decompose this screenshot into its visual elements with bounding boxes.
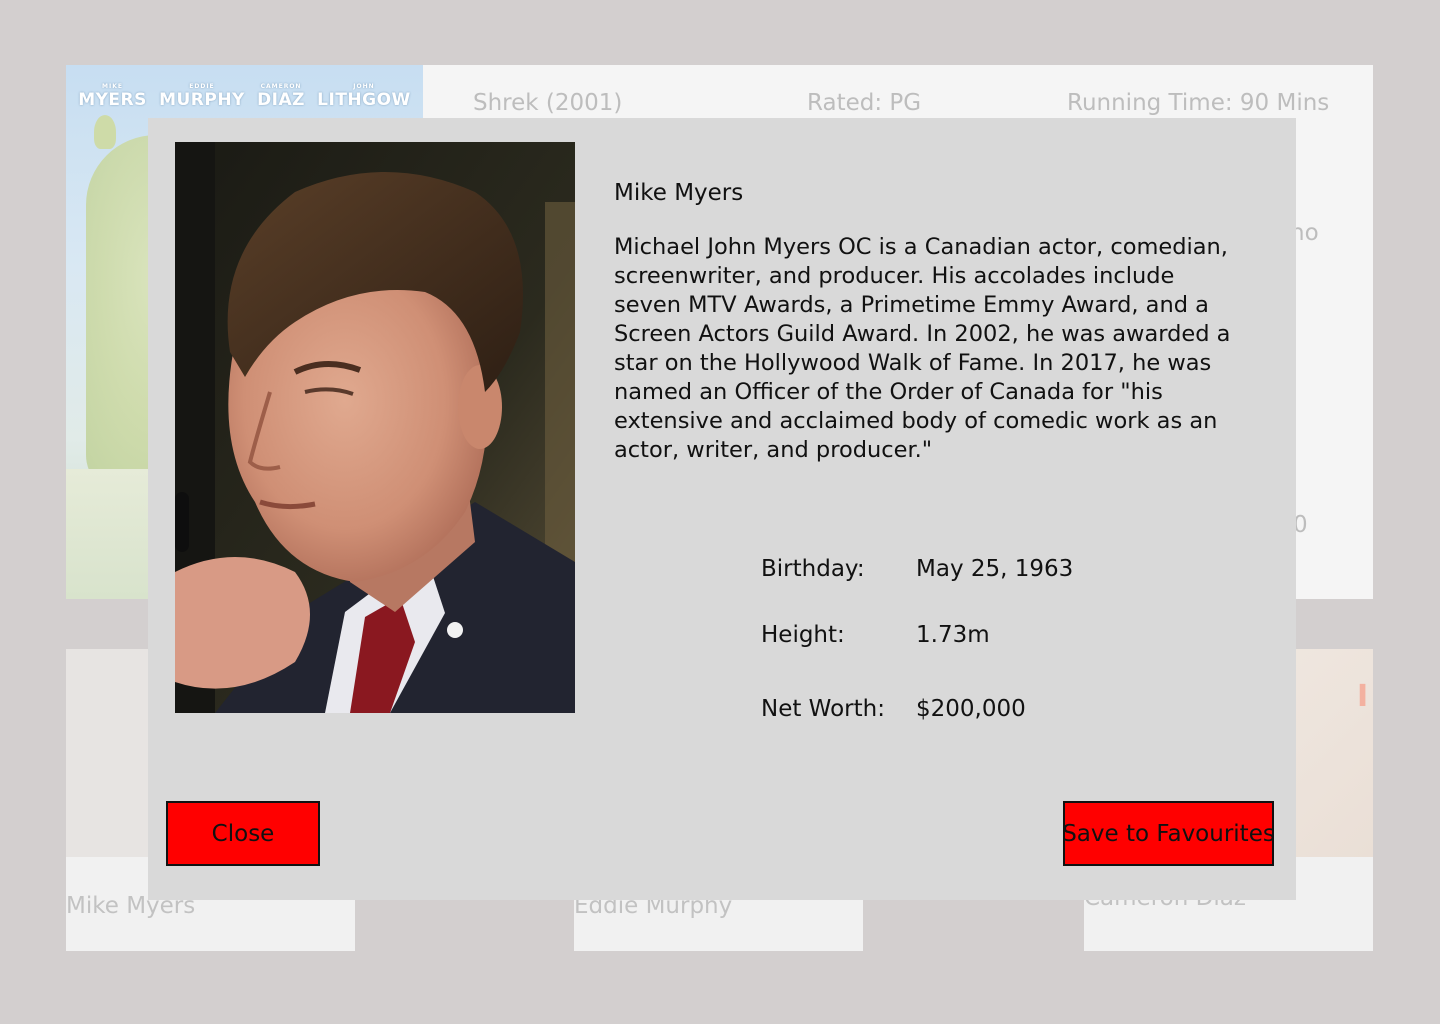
stat-label: Net Worth: <box>761 696 885 722</box>
poster-first-name: EDDIE <box>189 83 215 90</box>
poster-first-name: JOHN <box>353 83 375 90</box>
close-button[interactable]: Close <box>166 801 320 866</box>
poster-last-name: MURPHY <box>159 90 245 110</box>
actor-detail-modal: Mike Myers Michael John Myers OC is a Ca… <box>148 118 1296 900</box>
actor-biography: Michael John Myers OC is a Canadian acto… <box>614 234 1231 463</box>
poster-first-name: CAMERON <box>260 83 302 90</box>
stat-value: $200,000 <box>916 696 1026 722</box>
page: MIKE MYERS EDDIE MURPHY CAMERON DIAZ JOH… <box>0 0 1440 1024</box>
poster-last-name: DIAZ <box>257 90 305 110</box>
movie-title: Shrek (2001) <box>473 90 623 116</box>
stat-value: 1.73m <box>916 622 990 648</box>
actor-name: Mike Myers <box>614 180 744 206</box>
poster-name-1: MIKE MYERS <box>78 83 147 110</box>
stat-value: May 25, 1963 <box>916 556 1074 582</box>
poster-last-name: LITHGOW <box>317 90 411 110</box>
poster-character-ear <box>94 115 116 149</box>
stat-label: Height: <box>761 622 845 648</box>
movie-runtime: Running Time: 90 Mins <box>1067 90 1330 116</box>
poster-last-name: MYERS <box>78 90 147 110</box>
actor-photo <box>175 142 575 713</box>
stat-label: Birthday: <box>761 556 865 582</box>
poster-first-name: MIKE <box>102 83 123 90</box>
poster-name-3: CAMERON DIAZ <box>257 83 305 110</box>
movie-rating: Rated: PG <box>807 90 922 116</box>
poster-cast-names: MIKE MYERS EDDIE MURPHY CAMERON DIAZ JOH… <box>66 83 423 110</box>
cast-photo-accent: I <box>1357 679 1369 714</box>
save-to-favourites-button[interactable]: Save to Favourites <box>1063 801 1274 866</box>
poster-name-2: EDDIE MURPHY <box>159 83 245 110</box>
poster-name-4: JOHN LITHGOW <box>317 83 411 110</box>
